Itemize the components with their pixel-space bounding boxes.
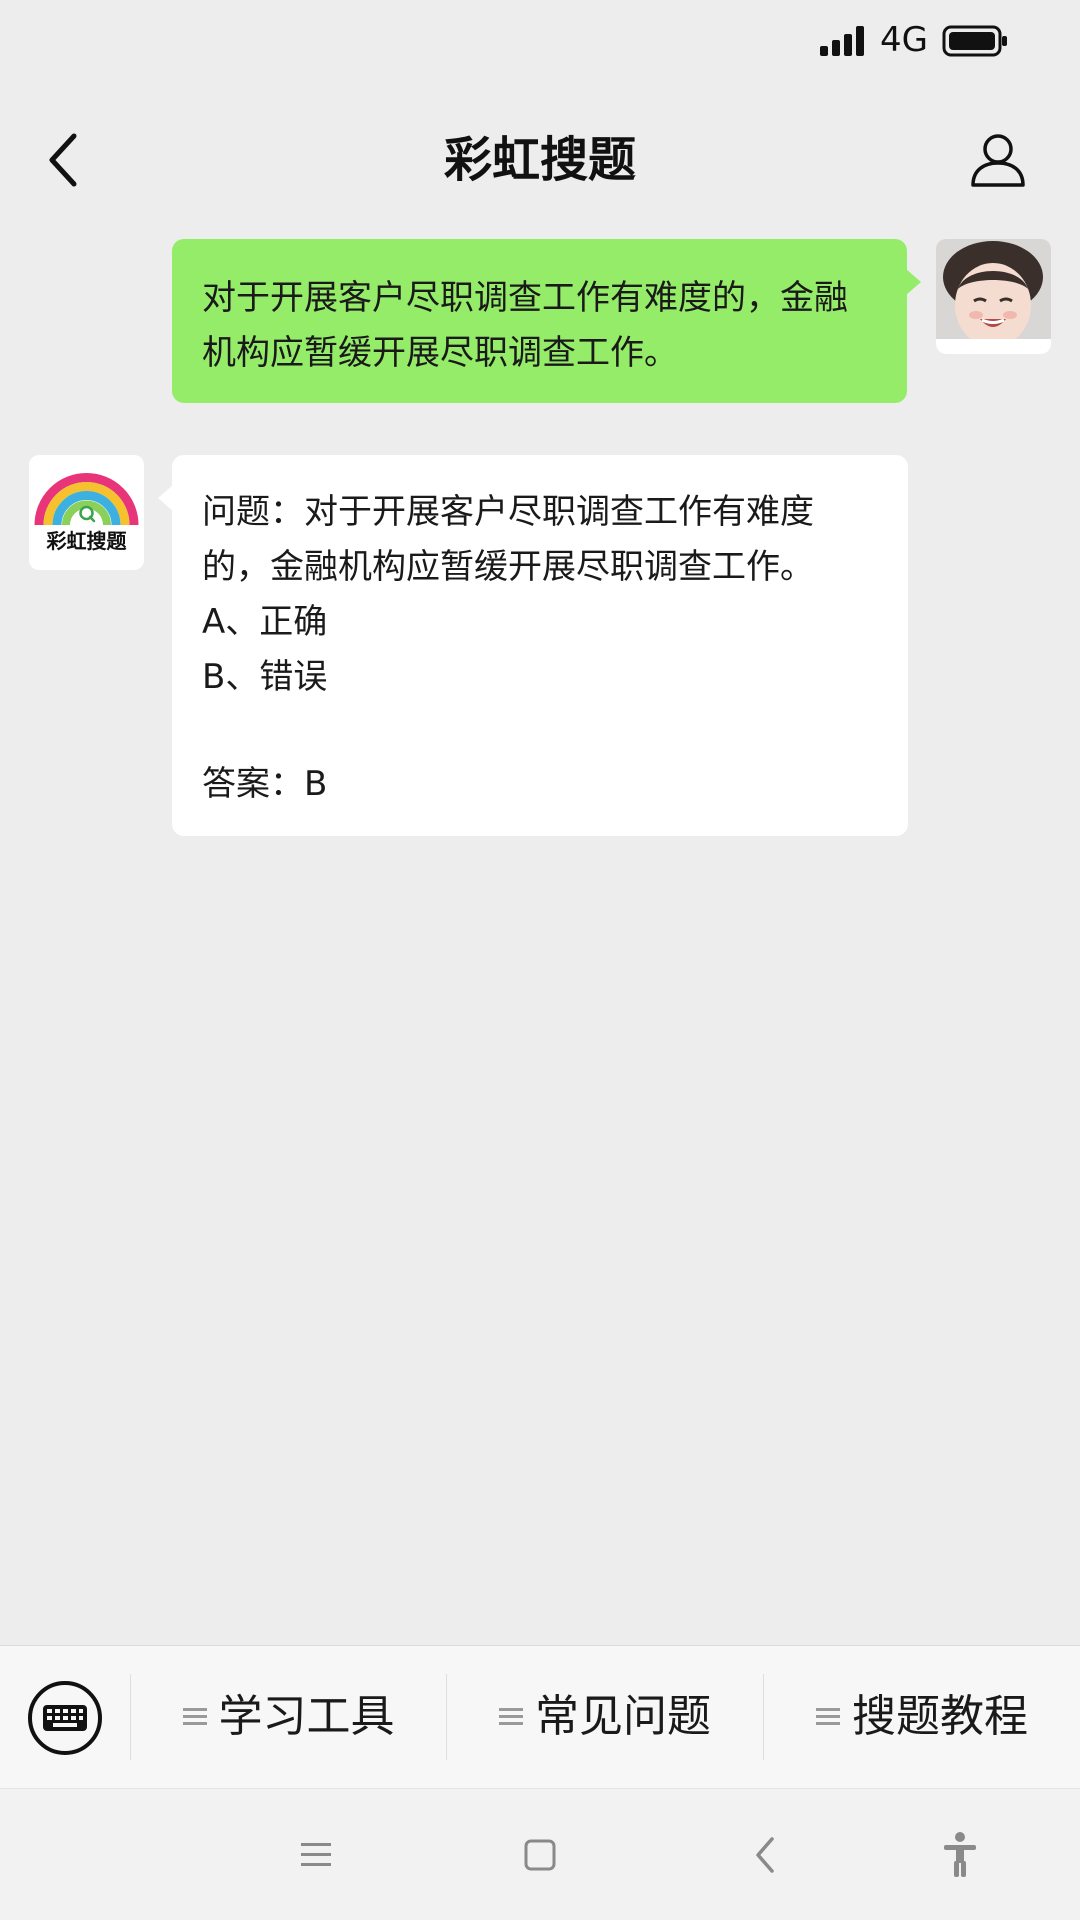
- user-avatar[interactable]: [936, 239, 1051, 354]
- bottom-menu-bar: 学习工具 常见问题 搜题教程: [0, 1645, 1080, 1788]
- menu-item-label: 学习工具: [218, 1691, 395, 1742]
- signal-bars-icon: [820, 26, 864, 56]
- menu-item-faq[interactable]: 常见问题: [447, 1646, 763, 1788]
- menu-item-study-tools[interactable]: 学习工具: [131, 1646, 446, 1788]
- bot-avatar-label: 彩虹搜题: [46, 529, 127, 553]
- answer-text: 答案：B: [202, 764, 328, 804]
- answer-option-b: B、错误: [202, 657, 328, 697]
- keyboard-icon[interactable]: [25, 1678, 105, 1758]
- status-bar: 4G: [0, 0, 1080, 82]
- person-icon[interactable]: [968, 130, 1028, 190]
- accessibility-icon[interactable]: [930, 1825, 990, 1885]
- bot-question-text: 问题：对于开展客户尽职调查工作有难度的，金融机构应暂缓开展尽职调查工作。: [202, 492, 814, 587]
- bot-message-bubble[interactable]: 问题：对于开展客户尽职调查工作有难度的，金融机构应暂缓开展尽职调查工作。 A、正…: [158, 455, 908, 836]
- nav-bar: 彩虹搜题: [0, 100, 1080, 220]
- menu-lines-icon: [499, 1708, 523, 1725]
- menu-lines-icon: [816, 1708, 840, 1725]
- bot-message-spacer: [202, 705, 878, 757]
- chat-screen: 4G 彩虹搜题 对于开展客户尽职调查工作有难度的，金融机构应暂缓开展尽职调查工作…: [0, 0, 1080, 1920]
- menu-item-label: 常见问题: [535, 1691, 711, 1742]
- rainbow-logo-icon: [34, 473, 139, 526]
- home-square-icon[interactable]: [510, 1825, 570, 1885]
- system-navigation-bar: [0, 1788, 1080, 1920]
- back-triangle-icon[interactable]: [736, 1825, 796, 1885]
- menu-icon[interactable]: [286, 1825, 346, 1885]
- menu-item-label: 搜题教程: [852, 1691, 1028, 1742]
- menu-item-search-tutorial[interactable]: 搜题教程: [764, 1646, 1080, 1788]
- child-face-avatar-icon: [936, 239, 1051, 354]
- menu-lines-icon: [182, 1708, 207, 1725]
- page-title: 彩虹搜题: [443, 132, 636, 188]
- bot-avatar[interactable]: 彩虹搜题: [29, 455, 144, 570]
- user-message-text: 对于开展客户尽职调查工作有难度的，金融机构应暂缓开展尽职调查工作。: [202, 278, 848, 373]
- user-message-bubble[interactable]: 对于开展客户尽职调查工作有难度的，金融机构应暂缓开展尽职调查工作。: [172, 239, 921, 403]
- answer-option-a: A、正确: [202, 602, 328, 642]
- battery-full-icon: [942, 25, 1007, 57]
- network-type-label: 4G: [880, 20, 928, 60]
